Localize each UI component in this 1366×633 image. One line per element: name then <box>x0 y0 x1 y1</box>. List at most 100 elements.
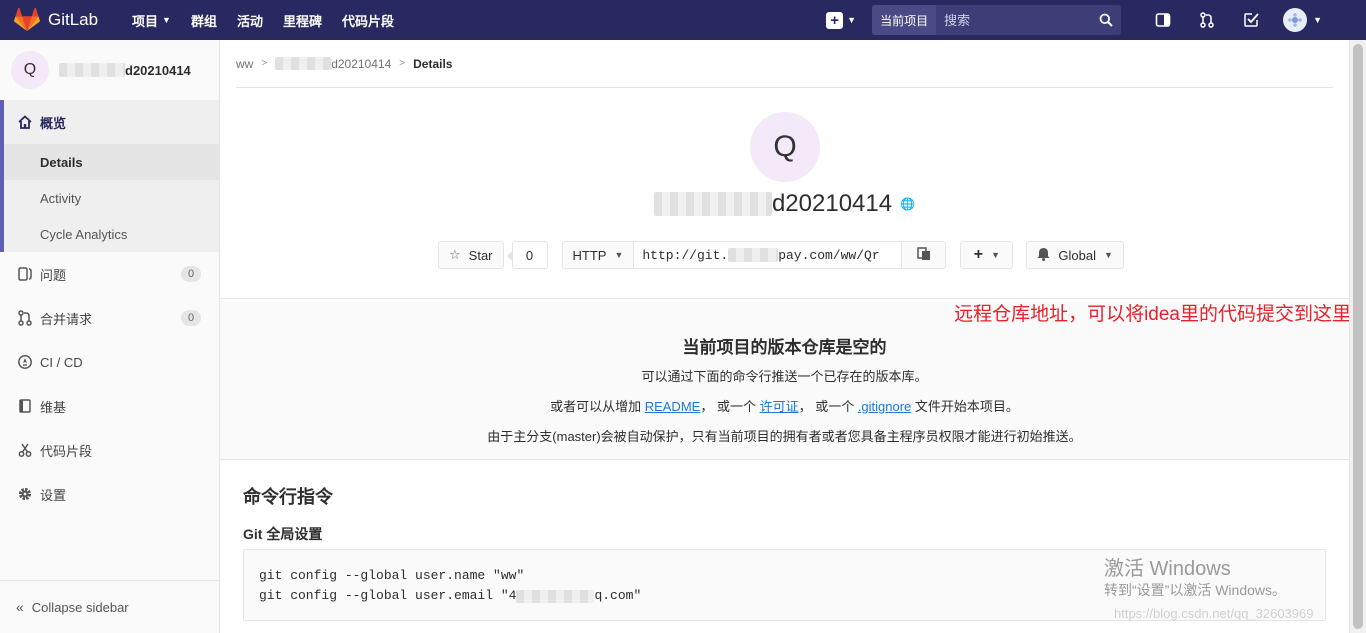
nav-groups-label: 群组 <box>190 13 217 29</box>
redacted-text <box>728 248 779 262</box>
caret-down-icon: ▼ <box>614 250 624 260</box>
merge-requests-count-badge: 0 <box>181 310 201 326</box>
clone-url-start: http://git. <box>642 247 729 263</box>
redacted-text <box>516 589 595 603</box>
text-fragment: 文件开始本项目。 <box>911 399 1019 414</box>
nav-milestones[interactable]: 里程碑 <box>283 11 322 30</box>
sidebar-item-snippets[interactable]: 代码片段 <box>0 428 219 472</box>
new-dropdown-button[interactable]: + ▼ <box>826 11 856 29</box>
sidebar-subitem-cycle-analytics[interactable]: Cycle Analytics <box>4 216 219 252</box>
redacted-text <box>59 63 125 77</box>
scrollbar-thumb[interactable] <box>1353 44 1363 629</box>
caret-down-icon: ▼ <box>1103 250 1113 260</box>
breadcrumb-root[interactable]: ww <box>236 57 253 71</box>
sidebar-overview-section: 概览 Details Activity Cycle Analytics <box>0 100 219 252</box>
sidebar-item-issues[interactable]: 问题 0 <box>0 252 219 296</box>
book-icon <box>16 397 34 415</box>
notification-dropdown[interactable]: Global ▼ <box>1026 241 1124 269</box>
chevron-right-icon: > <box>261 58 268 69</box>
license-link[interactable]: 许可证 <box>760 399 799 414</box>
search-icon[interactable] <box>1091 5 1122 35</box>
clone-url-group: HTTP ▼ http://git. pay.com/ww/Qr <box>561 241 947 269</box>
todos-icon[interactable] <box>1241 10 1261 30</box>
empty-repo-line-2: 或者可以从增加 README， 或一个 许可证， 或一个 .gitignore … <box>220 396 1349 415</box>
nav-snippets-label: 代码片段 <box>341 13 394 29</box>
empty-repo-line-3: 由于主分支(master)会被自动保护，只有当前项目的拥有者或者您具备主程序员权… <box>487 429 1082 444</box>
search-input[interactable] <box>936 5 1092 35</box>
user-avatar[interactable] <box>1283 8 1308 32</box>
text-fragment: ， 或一个 <box>798 399 858 414</box>
main-content: ww > d20210414 > Details Q d20210414 🌐 ☆… <box>220 40 1351 633</box>
home-icon <box>16 113 34 131</box>
project-title: d20210414 🌐 <box>220 190 1349 218</box>
code-fragment: q.com" <box>594 588 642 603</box>
sidebar-item-ci-cd[interactable]: CI / CD <box>0 340 219 384</box>
collapse-sidebar-button[interactable]: « Collapse sidebar <box>0 580 219 633</box>
nav-groups[interactable]: 群组 <box>191 11 217 30</box>
sidebar-item-label: 维基 <box>40 399 67 415</box>
nav-activity-label: 活动 <box>236 13 263 29</box>
merge-requests-icon[interactable] <box>1197 10 1217 30</box>
rocket-icon <box>16 353 34 371</box>
empty-repo-title: 当前项目的版本仓库是空的 <box>682 338 887 357</box>
top-navbar: GitLab 项目 ▼ 群组 活动 里程碑 代码片段 + ▼ 当前项目 搜索 ▼ <box>0 0 1366 40</box>
clone-url-input[interactable]: http://git. pay.com/ww/Qr <box>634 241 903 269</box>
add-new-dropdown[interactable]: + ▼ <box>960 241 1014 269</box>
empty-repo-line-1: 可以通过下面的命令行推送一个已存在的版本库。 <box>641 369 928 384</box>
star-icon: ☆ <box>449 247 461 262</box>
project-title-visible: d20210414 <box>771 190 893 217</box>
plus-icon: + <box>973 246 984 263</box>
gitlab-tanuki-icon <box>14 8 40 31</box>
sidebar-item-merge-requests[interactable]: 合并请求 0 <box>0 296 219 340</box>
sidebar-project-header[interactable]: Q d20210414 <box>0 40 219 100</box>
sidebar-item-label: 合并请求 <box>40 311 93 327</box>
nav-milestones-label: 里程碑 <box>282 13 322 29</box>
star-label: Star <box>468 247 493 263</box>
gitlab-logo-link[interactable]: GitLab <box>0 8 132 32</box>
breadcrumb-current[interactable]: Details <box>413 57 452 71</box>
star-count[interactable]: 0 <box>506 241 548 269</box>
red-annotation-text: 远程仓库地址，可以将idea里的代码提交到这里 <box>954 304 1351 325</box>
sidebar-item-label: 问题 <box>40 267 67 283</box>
issues-count-badge: 0 <box>181 266 201 282</box>
star-button[interactable]: ☆ Star <box>438 241 504 269</box>
sidebar-toggle-icon[interactable] <box>1153 10 1173 30</box>
nav-activity[interactable]: 活动 <box>237 11 263 30</box>
nav-projects[interactable]: 项目 ▼ <box>132 11 171 30</box>
sidebar-item-overview-label: 概览 <box>40 115 67 131</box>
project-avatar: Q <box>11 51 49 89</box>
nav-snippets[interactable]: 代码片段 <box>342 11 394 30</box>
sidebar-item-wiki[interactable]: 维基 <box>0 384 219 428</box>
search-box: 当前项目 <box>872 5 1122 35</box>
scissors-icon <box>16 441 34 459</box>
brand-name: GitLab <box>48 10 99 29</box>
git-global-setup-title: Git 全局设置 <box>243 526 323 542</box>
breadcrumb-project[interactable]: d20210414 <box>331 57 391 71</box>
double-chevron-left-icon: « <box>16 599 24 615</box>
gear-icon <box>16 485 34 503</box>
sidebar-subitem-activity[interactable]: Activity <box>4 180 219 216</box>
readme-link[interactable]: README <box>645 399 701 414</box>
sidebar-item-label: 设置 <box>40 487 67 503</box>
sidebar-item-overview[interactable]: 概览 <box>4 100 219 144</box>
empty-repo-section: 远程仓库地址，可以将idea里的代码提交到这里 当前项目的版本仓库是空的 可以通… <box>220 298 1351 460</box>
sidebar-item-label: CI / CD <box>40 354 83 370</box>
sidebar-subitem-details[interactable]: Details <box>4 144 219 180</box>
search-scope-badge[interactable]: 当前项目 <box>872 5 937 35</box>
vertical-scrollbar[interactable] <box>1349 40 1366 633</box>
clone-protocol-label: HTTP <box>572 247 607 263</box>
clone-protocol-dropdown[interactable]: HTTP ▼ <box>561 241 635 269</box>
sidebar-item-settings[interactable]: 设置 <box>0 472 219 516</box>
plus-icon: + <box>826 11 844 29</box>
chevron-down-icon[interactable]: ▼ <box>1313 15 1322 25</box>
caret-down-icon: ▼ <box>991 250 1000 260</box>
text-fragment: ， 或一个 <box>700 399 760 414</box>
notification-label: Global <box>1058 247 1096 263</box>
subitem-label: Cycle Analytics <box>40 226 128 242</box>
gitignore-link[interactable]: .gitignore <box>858 399 911 414</box>
breadcrumb: ww > d20210414 > Details <box>236 40 1333 88</box>
chevron-down-icon: ▼ <box>162 15 171 25</box>
copy-url-button[interactable] <box>902 241 947 269</box>
command-line-title: 命令行指令 <box>243 487 333 507</box>
project-name-visible: d20210414 <box>125 62 191 78</box>
